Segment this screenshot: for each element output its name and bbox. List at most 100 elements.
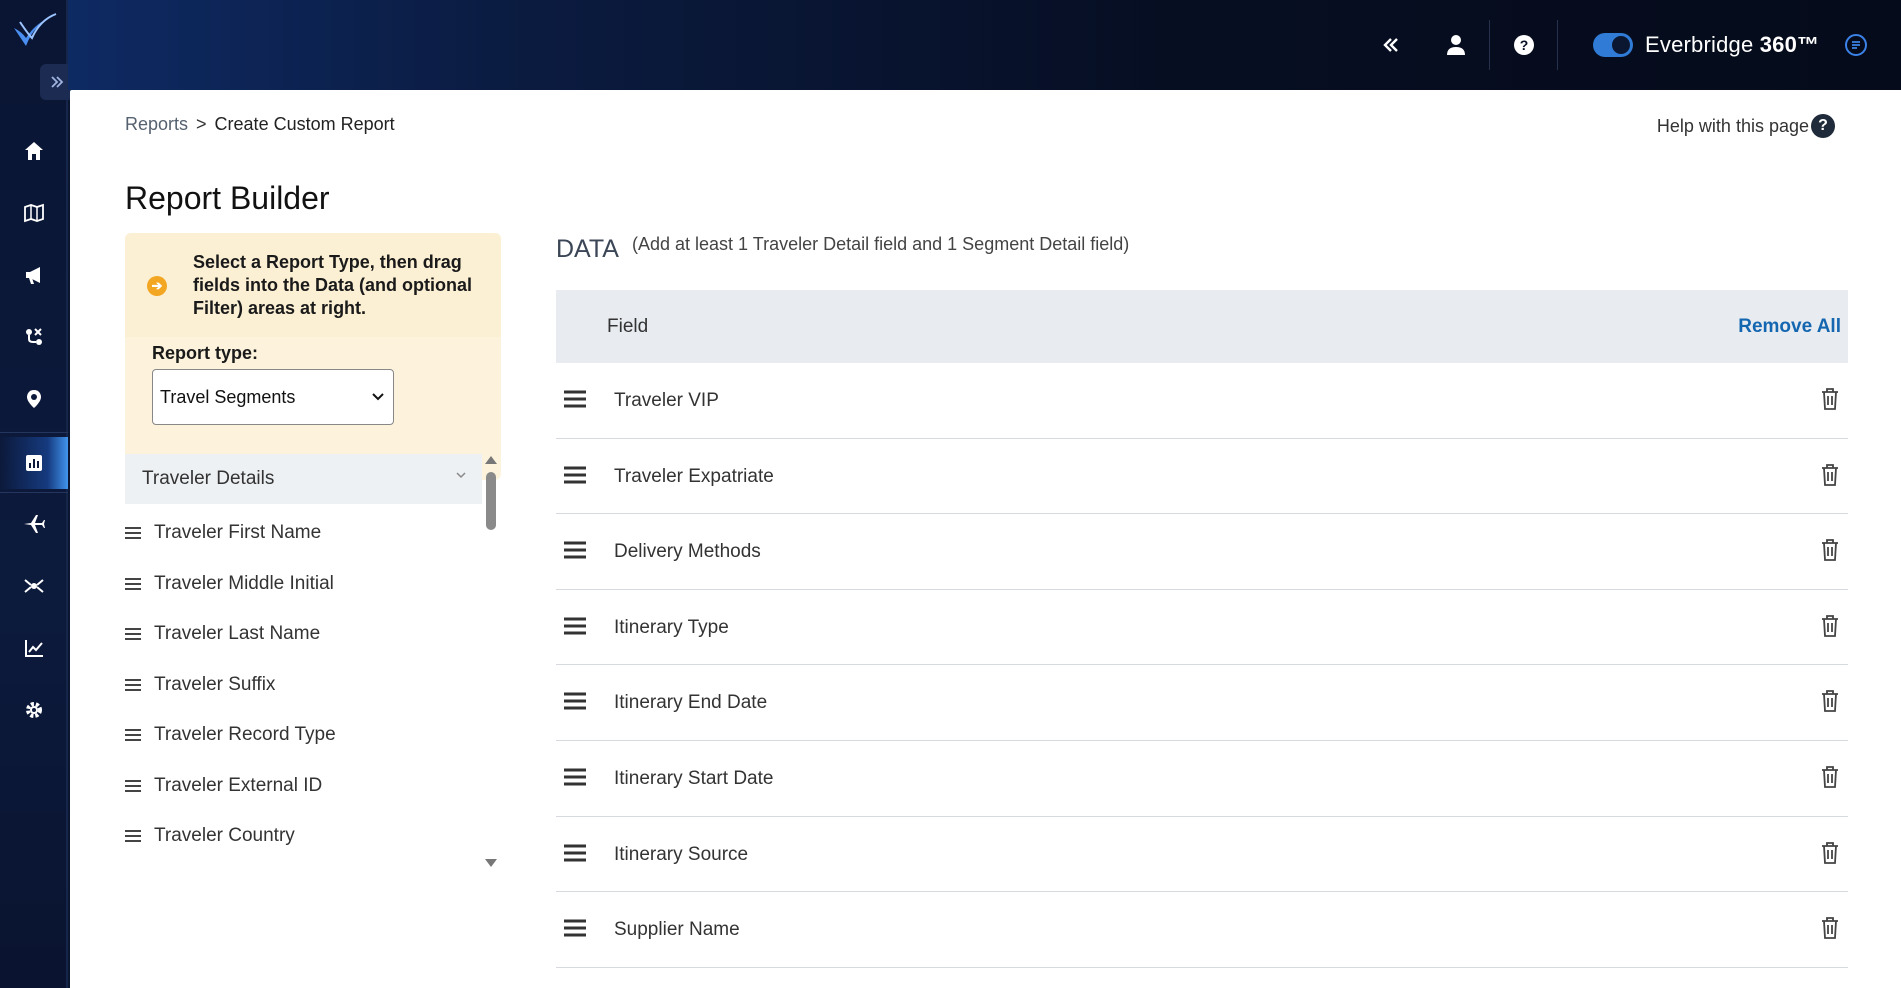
nav-reports[interactable] bbox=[0, 437, 68, 489]
trash-icon[interactable] bbox=[1820, 538, 1840, 562]
settings-icon bbox=[26, 702, 42, 718]
drag-handle-icon bbox=[125, 779, 141, 792]
remove-all-button[interactable]: Remove All bbox=[1738, 316, 1841, 338]
network-icon bbox=[24, 579, 44, 593]
table-row[interactable]: Traveler VIP bbox=[556, 363, 1848, 439]
drag-handle-icon bbox=[125, 628, 141, 641]
breadcrumb-current: Create Custom Report bbox=[214, 114, 395, 134]
data-table-header: Field Remove All bbox=[556, 290, 1848, 363]
available-field-list: Traveler First Name Traveler Middle Init… bbox=[125, 508, 482, 862]
draggable-field[interactable]: Traveler Country bbox=[125, 811, 482, 862]
trash-icon[interactable] bbox=[1820, 463, 1840, 487]
data-section-title: DATA bbox=[556, 235, 619, 263]
field-list-scrollbar[interactable] bbox=[484, 454, 498, 869]
drag-handle-icon[interactable] bbox=[564, 617, 586, 635]
question-circle-icon[interactable]: ? bbox=[1811, 114, 1835, 138]
table-row[interactable]: Supplier Name bbox=[556, 892, 1848, 968]
trash-icon[interactable] bbox=[1820, 765, 1840, 789]
scroll-down-arrow[interactable] bbox=[485, 859, 497, 867]
nav-locations[interactable] bbox=[0, 373, 68, 425]
field-label: Traveler Record Type bbox=[154, 724, 336, 746]
svg-text:?: ? bbox=[1520, 37, 1529, 53]
field-label: Traveler Last Name bbox=[154, 623, 321, 645]
nav-home[interactable] bbox=[0, 125, 68, 177]
data-section-hint: (Add at least 1 Traveler Detail field an… bbox=[632, 234, 1130, 254]
table-row[interactable]: Itinerary Start Date bbox=[556, 741, 1848, 817]
help-button[interactable]: ? bbox=[1506, 27, 1542, 63]
brand-title: Everbridge 360™ bbox=[1645, 32, 1820, 57]
analytics-icon bbox=[25, 640, 43, 657]
toggle-switch[interactable] bbox=[1593, 33, 1633, 57]
field-column-header: Field bbox=[607, 315, 649, 337]
nav-settings[interactable] bbox=[0, 684, 68, 736]
data-field-label: Traveler VIP bbox=[614, 390, 719, 411]
drag-handle-icon[interactable] bbox=[564, 390, 586, 408]
scroll-thumb[interactable] bbox=[486, 472, 496, 530]
table-row[interactable]: Itinerary End Date bbox=[556, 665, 1848, 741]
draggable-field[interactable]: Traveler Record Type bbox=[125, 710, 482, 761]
drag-handle-icon bbox=[125, 830, 141, 843]
nav-analytics[interactable] bbox=[0, 622, 68, 674]
drag-handle-icon[interactable] bbox=[564, 541, 586, 559]
category-accordion-header[interactable]: Traveler Details bbox=[125, 454, 482, 504]
table-row[interactable]: Delivery Methods bbox=[556, 514, 1848, 590]
scroll-up-arrow[interactable] bbox=[485, 456, 497, 464]
map-icon bbox=[24, 203, 44, 223]
data-field-label: Delivery Methods bbox=[614, 541, 761, 563]
user-profile-button[interactable] bbox=[1438, 27, 1474, 63]
collapse-panel-button[interactable] bbox=[1373, 27, 1409, 63]
nav-travel-routes[interactable] bbox=[0, 311, 68, 363]
drag-handle-icon[interactable] bbox=[564, 466, 586, 484]
trash-icon[interactable] bbox=[1820, 387, 1840, 411]
collapse-left-icon bbox=[1383, 38, 1398, 52]
data-field-label: Itinerary End Date bbox=[614, 692, 768, 714]
drag-handle-icon[interactable] bbox=[564, 768, 586, 786]
field-label: Traveler External ID bbox=[154, 774, 323, 796]
table-row[interactable]: Itinerary Type bbox=[556, 590, 1848, 666]
report-type-label: Report type: bbox=[152, 343, 259, 363]
drag-handle-icon[interactable] bbox=[564, 692, 586, 710]
help-icon: ? bbox=[1514, 35, 1534, 55]
left-nav-rail bbox=[0, 0, 74, 988]
breadcrumb-reports-link[interactable]: Reports bbox=[125, 114, 188, 134]
draggable-field[interactable]: Traveler Suffix bbox=[125, 660, 482, 711]
draggable-field[interactable]: Traveler Middle Initial bbox=[125, 559, 482, 610]
drag-handle-icon[interactable] bbox=[564, 844, 586, 862]
trash-icon[interactable] bbox=[1820, 614, 1840, 638]
arrow-right-circle-icon: ➔ bbox=[147, 276, 167, 296]
draggable-field[interactable]: Traveler External ID bbox=[125, 761, 482, 812]
table-row[interactable]: Traveler Expatriate bbox=[556, 439, 1848, 515]
main-content: Reports > Create Custom Report Help with t… bbox=[70, 90, 1901, 988]
reports-icon bbox=[26, 455, 42, 471]
draggable-field[interactable]: Traveler First Name bbox=[125, 508, 482, 559]
field-label: Traveler Middle Initial bbox=[154, 572, 334, 594]
nav-travel[interactable] bbox=[0, 498, 68, 550]
nav-map[interactable] bbox=[0, 187, 68, 239]
drag-handle-icon bbox=[125, 577, 141, 590]
table-row[interactable]: Itinerary Source bbox=[556, 817, 1848, 893]
nav-network[interactable] bbox=[0, 560, 68, 612]
chat-icon bbox=[1845, 34, 1867, 56]
drag-handle-icon bbox=[125, 678, 141, 691]
location-pin-icon bbox=[27, 390, 41, 408]
plane-icon bbox=[24, 515, 45, 533]
drag-handle-icon[interactable] bbox=[564, 919, 586, 937]
chevron-down-icon bbox=[372, 393, 384, 401]
trash-icon[interactable] bbox=[1820, 689, 1840, 713]
breadcrumb: Reports > Create Custom Report bbox=[125, 114, 395, 135]
draggable-field[interactable]: Traveler Last Name bbox=[125, 609, 482, 660]
everbridge-logo-icon[interactable] bbox=[10, 10, 58, 50]
help-with-page-link[interactable]: Help with this page bbox=[1657, 116, 1809, 137]
nav-notifications[interactable] bbox=[0, 249, 68, 301]
instructions-text: Select a Report Type, then drag fields i… bbox=[193, 252, 472, 318]
trash-icon[interactable] bbox=[1820, 841, 1840, 865]
report-type-select[interactable]: Travel Segments bbox=[152, 369, 394, 425]
chevron-down-icon bbox=[456, 472, 466, 479]
field-label: Traveler Suffix bbox=[154, 673, 276, 695]
data-field-label: Itinerary Source bbox=[614, 843, 749, 865]
breadcrumb-separator: > bbox=[196, 114, 207, 134]
data-field-label: Supplier Name bbox=[614, 919, 740, 941]
trash-icon[interactable] bbox=[1820, 916, 1840, 940]
drag-handle-icon bbox=[125, 729, 141, 742]
chat-button[interactable] bbox=[1838, 27, 1874, 63]
